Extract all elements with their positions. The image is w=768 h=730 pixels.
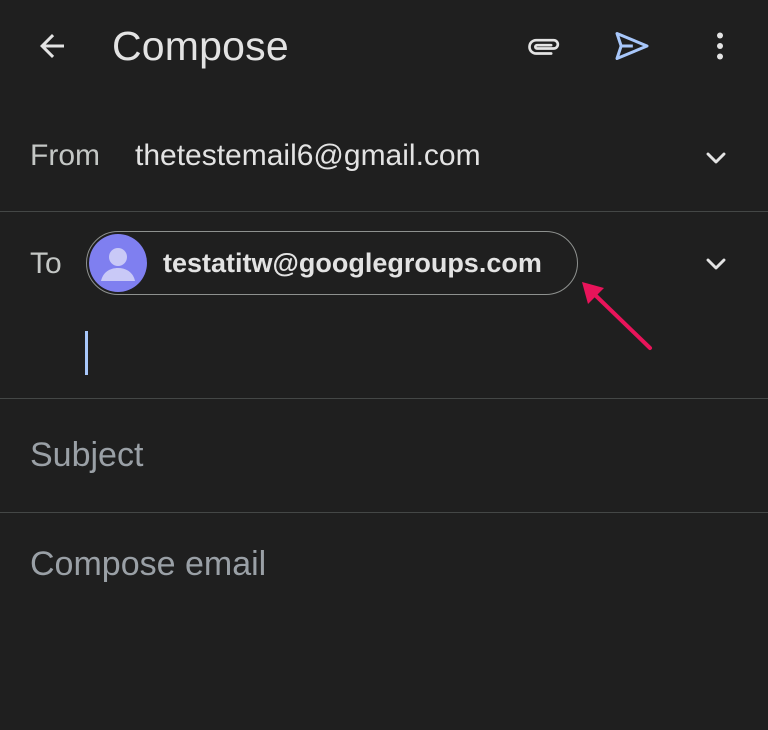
from-expand-button[interactable] — [700, 142, 732, 174]
paperclip-icon — [528, 38, 560, 55]
compose-body-field[interactable]: Compose email — [30, 545, 266, 584]
arrow-back-icon — [40, 34, 64, 58]
chevron-down-icon — [706, 258, 726, 270]
recipient-address: testatitw@googlegroups.com — [163, 247, 542, 278]
send-icon — [615, 32, 649, 60]
page-title: Compose — [112, 23, 289, 69]
from-address[interactable]: thetestemail6@gmail.com — [135, 139, 481, 173]
to-label: To — [30, 247, 62, 280]
subject-field[interactable]: Subject — [30, 436, 143, 475]
chevron-down-icon — [706, 152, 726, 164]
attach-button[interactable] — [514, 18, 570, 74]
divider — [0, 398, 768, 399]
avatar — [89, 234, 147, 292]
more-vert-icon — [717, 32, 723, 60]
divider — [0, 211, 768, 212]
back-button[interactable] — [24, 18, 80, 74]
from-label: From — [30, 139, 100, 172]
divider — [0, 512, 768, 513]
top-app-bar: Compose — [0, 0, 768, 95]
more-options-button[interactable] — [692, 18, 748, 74]
person-icon — [101, 248, 135, 281]
annotation-arrow-icon — [582, 282, 652, 350]
to-expand-button[interactable] — [700, 248, 732, 280]
send-button[interactable] — [604, 18, 660, 74]
recipient-chip[interactable]: testatitw@googlegroups.com — [86, 231, 578, 295]
text-cursor[interactable] — [85, 331, 88, 375]
